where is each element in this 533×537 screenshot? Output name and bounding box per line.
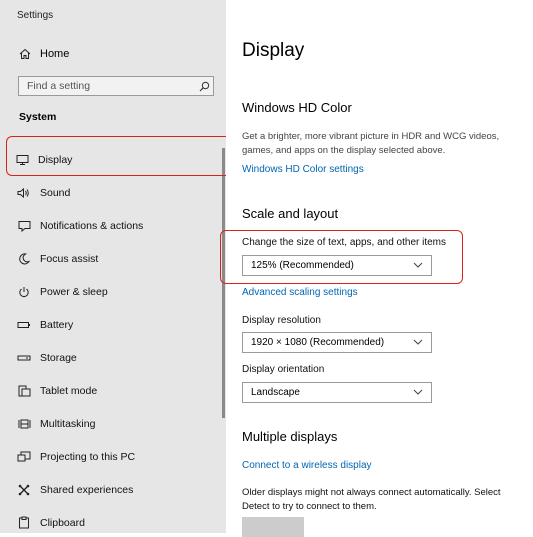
connect-wireless-display-link[interactable]: Connect to a wireless display: [242, 460, 372, 471]
sidebar-item-label: Sound: [40, 186, 71, 199]
detect-button[interactable]: [242, 517, 304, 537]
moon-icon: [16, 251, 32, 267]
sidebar-item-focus-assist[interactable]: Focus assist: [0, 242, 222, 275]
hd-color-heading: Windows HD Color: [242, 100, 352, 115]
hd-color-settings-link[interactable]: Windows HD Color settings: [242, 164, 364, 175]
search-input[interactable]: [19, 80, 195, 92]
sidebar-item-label: Projecting to this PC: [40, 450, 136, 463]
highlight-box-scale: [220, 230, 463, 284]
hd-color-description: Get a brighter, more vibrant picture in …: [242, 130, 499, 158]
sidebar-item-clipboard[interactable]: Clipboard: [0, 506, 222, 533]
highlight-box-display: [6, 136, 234, 176]
chevron-down-icon: [413, 337, 423, 348]
storage-icon: [16, 350, 32, 366]
speaker-icon: [16, 185, 32, 201]
sidebar-item-multitasking[interactable]: Multitasking: [0, 407, 222, 440]
sidebar-item-sound[interactable]: Sound: [0, 176, 222, 209]
hd-color-description-line: games, and apps on the display selected …: [242, 145, 446, 156]
page-title: Display: [242, 40, 305, 61]
orientation-label: Display orientation: [242, 364, 325, 375]
multiple-displays-heading: Multiple displays: [242, 429, 338, 444]
search-icon[interactable]: [195, 81, 213, 92]
sidebar-item-storage[interactable]: Storage: [0, 341, 222, 374]
multiple-displays-note-line: Older displays might not always connect …: [242, 487, 501, 498]
projecting-icon: [16, 449, 32, 465]
search-box[interactable]: [18, 76, 214, 96]
sidebar-item-projecting[interactable]: Projecting to this PC: [0, 440, 222, 473]
notification-icon: [16, 218, 32, 234]
sidebar-item-label: Battery: [40, 318, 74, 331]
sidebar-item-label: Focus assist: [40, 252, 99, 265]
chevron-down-icon: [413, 387, 423, 398]
sidebar-item-label: Storage: [40, 351, 77, 364]
orientation-dropdown[interactable]: Landscape: [242, 382, 432, 403]
home-icon: [18, 48, 32, 60]
multitasking-icon: [16, 416, 32, 432]
multiple-displays-note: Older displays might not always connect …: [242, 486, 501, 514]
resolution-dropdown[interactable]: 1920 × 1080 (Recommended): [242, 332, 432, 353]
home-label: Home: [40, 48, 70, 60]
sidebar-item-label: Multitasking: [40, 417, 96, 430]
resolution-dropdown-value: 1920 × 1080 (Recommended): [251, 337, 385, 348]
sidebar-item-notifications[interactable]: Notifications & actions: [0, 209, 222, 242]
hd-color-description-line: Get a brighter, more vibrant picture in …: [242, 131, 500, 142]
advanced-scaling-link[interactable]: Advanced scaling settings: [242, 287, 358, 298]
sidebar-item-label: Tablet mode: [40, 384, 98, 397]
app-title: Settings: [17, 10, 54, 21]
sidebar-item-label: Notifications & actions: [40, 219, 144, 232]
battery-icon: [16, 317, 32, 333]
sidebar-item-label: Power & sleep: [40, 285, 108, 298]
power-icon: [16, 284, 32, 300]
sidebar-item-label: Shared experiences: [40, 483, 134, 496]
tablet-mode-icon: [16, 383, 32, 399]
sidebar: Settings Home System Display Sound: [0, 0, 226, 533]
sidebar-item-label: Clipboard: [40, 516, 85, 529]
sidebar-item-shared-experiences[interactable]: Shared experiences: [0, 473, 222, 506]
shared-experiences-icon: [16, 482, 32, 498]
sidebar-item-power-sleep[interactable]: Power & sleep: [0, 275, 222, 308]
resolution-label: Display resolution: [242, 315, 321, 326]
scale-layout-heading: Scale and layout: [242, 206, 339, 221]
sidebar-item-battery[interactable]: Battery: [0, 308, 222, 341]
clipboard-icon: [16, 515, 32, 531]
section-title: System: [19, 111, 57, 123]
orientation-dropdown-value: Landscape: [251, 387, 300, 398]
multiple-displays-note-line: Detect to try to connect to them.: [242, 501, 377, 512]
sidebar-item-tablet-mode[interactable]: Tablet mode: [0, 374, 222, 407]
home-nav[interactable]: Home: [18, 46, 69, 62]
